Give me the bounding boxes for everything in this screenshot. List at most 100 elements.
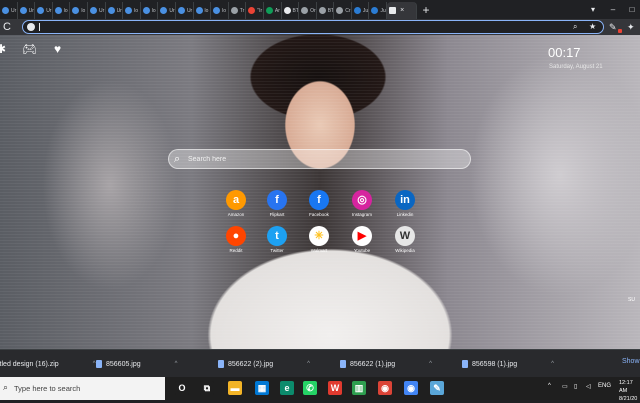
browser-tab[interactable]: Ju (352, 2, 370, 19)
shortcut-amazon[interactable]: a Amazon (218, 190, 254, 217)
shortcut-label: Wikipedia (395, 248, 415, 253)
browser-tab[interactable]: Ur (158, 2, 176, 19)
battery-icon[interactable]: ▯ (574, 383, 577, 390)
wps-icon[interactable]: W (328, 381, 342, 395)
tab-strip: Ur Ur Ur lo lo Ur Ur lo lo Ur Ur lo lo Tr "Ir Ar BT Or BT C… (0, 0, 640, 19)
file-explorer-icon[interactable]: ▬ (228, 381, 242, 395)
shortcut-flipkart[interactable]: f Flipkart (259, 190, 295, 217)
chevron-up-icon[interactable]: ^ (307, 361, 310, 367)
close-icon[interactable]: × (400, 7, 404, 14)
chevron-up-icon[interactable]: ^ (551, 361, 554, 367)
minimize-button[interactable]: – (605, 0, 621, 19)
search-input[interactable] (188, 154, 448, 165)
chevron-up-icon[interactable]: ^ (175, 361, 178, 367)
shortcut-youtube[interactable]: ▶ Youtube (344, 226, 380, 253)
browser-tab[interactable]: Ar (264, 2, 282, 19)
chrome-beta-icon[interactable]: ◉ (404, 381, 418, 395)
download-item[interactable]: 856622 (2).jpg ^ (218, 350, 310, 378)
network-icon[interactable]: ▭ (562, 383, 568, 390)
browser-tab[interactable]: Tr (229, 2, 247, 19)
browser-tab[interactable]: lo (141, 2, 159, 19)
instagram-icon: ◎ (352, 190, 372, 210)
tab-search-icon[interactable]: ▾ (585, 0, 601, 19)
chrome-extension-icon (54, 7, 62, 14)
browser-tab[interactable]: Ju (369, 2, 388, 19)
tray-chevron-icon[interactable]: ^ (548, 383, 551, 389)
browser-tab[interactable]: lo (123, 2, 141, 19)
amazon-icon: a (226, 190, 246, 210)
task-view-icon[interactable]: ⧉ (200, 381, 214, 395)
whatsapp-icon[interactable]: ✆ (303, 381, 317, 395)
shortcut-walmart[interactable]: ✳ Walmart (301, 226, 337, 253)
shortcut-facebook[interactable]: f Facebook (301, 190, 337, 217)
shortcut-label: Reddit (229, 248, 243, 253)
download-item[interactable]: itled design (16).zip ^ (0, 350, 96, 378)
download-item[interactable]: 856605.jpg ^ (96, 350, 177, 378)
notepad-icon[interactable]: ✎ (430, 381, 444, 395)
browser-tab[interactable]: "Ir (246, 2, 264, 19)
shortcut-instagram[interactable]: ◎ Instagram (344, 190, 380, 217)
shortcut-label: Facebook (309, 212, 329, 217)
browser-tab[interactable]: Ur (0, 2, 18, 19)
tab-label: Ur (98, 7, 105, 14)
globe-icon (336, 7, 344, 14)
browser-tab[interactable]: lo (70, 2, 88, 19)
taskbar-search[interactable]: ⌕ Type here to search (0, 377, 165, 400)
bookmark-star-icon[interactable]: ★ (589, 21, 596, 33)
download-item[interactable]: 856622 (1).jpg ^ (340, 350, 432, 378)
shortcut-twitter[interactable]: t Twitter (259, 226, 295, 253)
chrome-extension-icon (72, 7, 80, 14)
puzzle-icon[interactable]: ✦ (627, 19, 635, 35)
search-box[interactable]: ⌕ (168, 149, 471, 169)
browser-tab[interactable]: Ur (88, 2, 106, 19)
active-tab[interactable]: × (387, 2, 418, 19)
browser-toolbar: C ⌕ ★ ✎ ✦ (0, 19, 640, 35)
reload-icon[interactable]: C (3, 20, 11, 34)
shortcut-wikipedia[interactable]: W Wikipedia (387, 226, 423, 253)
browser-tab[interactable]: Ur (106, 2, 124, 19)
zoom-icon[interactable]: ⌕ (573, 21, 577, 33)
tab-label: "Ir (257, 7, 263, 14)
browser-tab[interactable]: BT (317, 2, 335, 19)
new-tab-button[interactable]: + (417, 2, 435, 19)
gamepad-icon[interactable]: 🎮︎ (22, 42, 37, 56)
browser-tab[interactable]: Ur (35, 2, 53, 19)
tray-clock[interactable]: 12:17 AM 8/21/20 (619, 379, 640, 403)
volume-icon[interactable]: ◁ (586, 383, 591, 390)
tab-label: Ur (116, 7, 122, 14)
extension-pen-icon[interactable]: ✎ (609, 19, 617, 35)
browser-tab[interactable]: lo (211, 2, 229, 19)
sheets-app-icon[interactable]: ▥ (352, 381, 366, 395)
browser-tab[interactable]: lo (194, 2, 212, 19)
download-filename: 856622 (2).jpg (228, 360, 274, 368)
shortcut-label: Youtube (353, 248, 371, 253)
google-icon (27, 23, 35, 31)
chrome-extension-icon (195, 7, 203, 14)
cortana-icon[interactable]: O (175, 381, 189, 395)
browser-tab[interactable]: Ur (18, 2, 36, 19)
shortcut-reddit[interactable]: ● Reddit (218, 226, 254, 253)
browser-tab[interactable]: BT (282, 2, 300, 19)
browser-tab[interactable]: Or (299, 2, 317, 19)
tab-label: Ar (274, 7, 280, 14)
show-all-button[interactable]: Show (622, 358, 640, 365)
chrome-extension-icon (89, 7, 97, 14)
browser-tab[interactable]: Ur (176, 2, 194, 19)
maximize-button[interactable]: □ (624, 0, 640, 19)
browser-tab[interactable]: Cr (334, 2, 352, 19)
address-bar[interactable]: ⌕ ★ (22, 20, 604, 34)
edge-icon[interactable]: e (280, 381, 294, 395)
browser-tab[interactable]: lo (53, 2, 71, 19)
chrome-taskbar-icon[interactable]: ◉ (378, 381, 392, 395)
tab-label: lo (222, 7, 227, 14)
download-item[interactable]: 856598 (1).jpg ^ (462, 350, 554, 378)
taskbar-search-placeholder: Type here to search (14, 384, 81, 393)
word-icon (353, 7, 361, 14)
gear-icon[interactable]: ✱ (0, 42, 6, 56)
chevron-up-icon[interactable]: ^ (429, 361, 432, 367)
reddit-icon: ● (226, 226, 246, 246)
shortcut-linkedin[interactable]: in Linkedin (387, 190, 423, 217)
store-icon[interactable]: ▦ (255, 381, 269, 395)
heart-icon[interactable]: ♥ (54, 42, 61, 56)
language-indicator[interactable]: ENG (598, 383, 611, 389)
